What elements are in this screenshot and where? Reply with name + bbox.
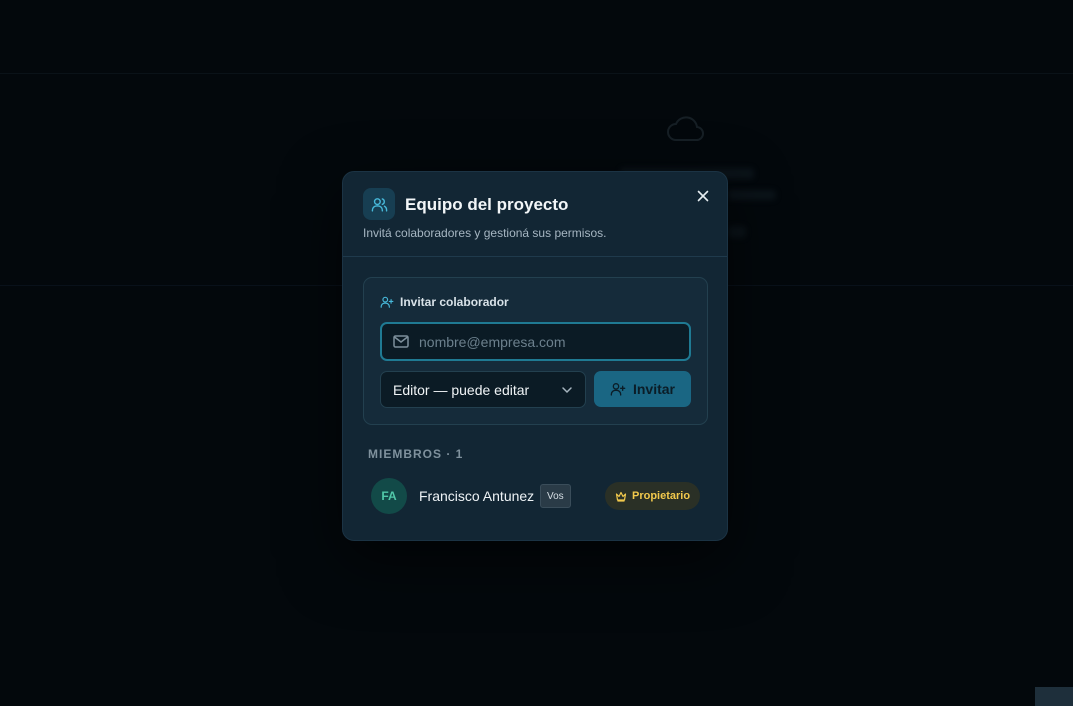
team-dialog: Equipo del proyecto Invitá colaboradores… — [342, 171, 728, 541]
invite-button[interactable]: Invitar — [594, 371, 691, 407]
background-widget — [1035, 687, 1073, 706]
role-select-value: Editor — puede editar — [393, 381, 530, 398]
you-badge: Vos — [540, 484, 571, 508]
role-badge-label: Propietario — [632, 490, 691, 502]
invite-panel: Invitar colaborador Editor — puede edita… — [363, 277, 708, 425]
background-text — [728, 190, 776, 200]
list-item: FA Francisco Antunez Vos Propietario — [371, 478, 701, 514]
dialog-header: Equipo del proyecto Invitá colaboradores… — [343, 172, 727, 257]
background-button — [728, 226, 746, 238]
member-name: Francisco Antunez — [419, 488, 535, 504]
mail-icon — [393, 335, 409, 348]
avatar: FA — [371, 478, 407, 514]
email-field[interactable] — [380, 322, 691, 361]
background-divider — [0, 73, 1073, 74]
cloud-icon — [667, 116, 704, 141]
users-icon — [363, 188, 395, 220]
dialog-title: Equipo del proyecto — [405, 195, 569, 214]
role-select[interactable]: Editor — puede editar — [380, 371, 586, 408]
invite-label-text: Invitar colaborador — [400, 295, 509, 309]
close-button[interactable] — [693, 186, 713, 206]
dialog-subtitle: Invitá colaboradores y gestioná sus perm… — [363, 226, 607, 240]
crown-icon — [615, 491, 627, 502]
user-plus-icon — [380, 296, 394, 308]
members-heading: MIEMBROS · 1 — [368, 447, 464, 461]
user-plus-icon — [610, 383, 626, 396]
invite-button-label: Invitar — [632, 381, 675, 397]
chevron-down-icon — [562, 386, 572, 393]
email-input[interactable] — [419, 333, 689, 350]
owner-role-badge: Propietario — [605, 482, 701, 510]
invite-label: Invitar colaborador — [380, 295, 509, 309]
close-icon[interactable] — [697, 190, 709, 202]
